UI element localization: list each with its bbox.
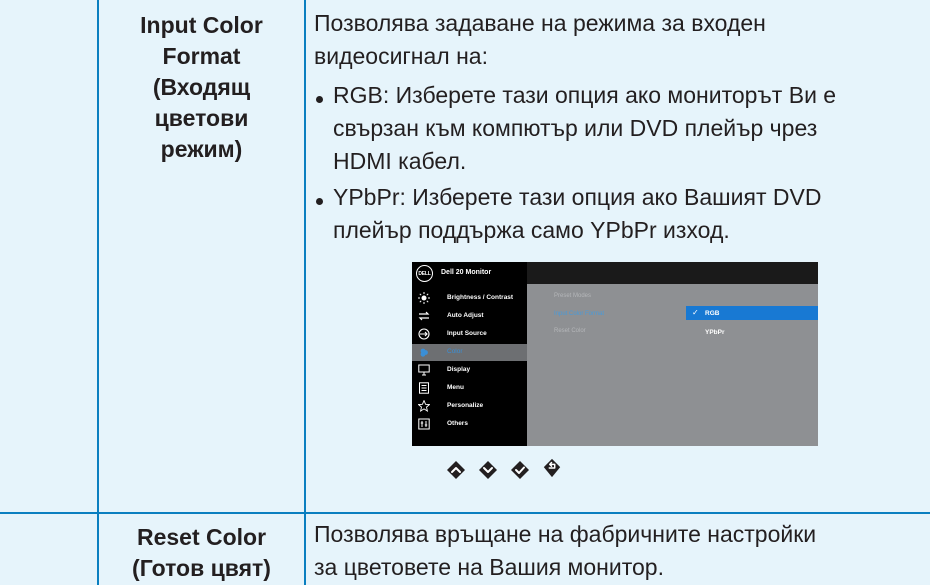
star-icon [418,400,430,412]
osd-menu-label: Display [447,366,471,373]
osd-menu-label: Personalize [447,402,484,409]
label-line: цветови [154,105,249,131]
osd-option-ypbpr[interactable]: YPbPr [686,325,818,339]
osd-menu-item-auto-adjust[interactable]: Auto Adjust [412,308,527,325]
label-line: (Готов цвят) [132,555,271,581]
color-icon [420,348,428,357]
empty-cell [0,0,97,512]
osd-menu-label: Color [447,348,463,355]
label-line: Reset Color [136,524,267,550]
osd-menu-screenshot: DELL Dell 20 Monitor Brightness / Contra… [412,262,818,446]
menu-icon [419,382,429,394]
column-divider [304,0,306,585]
bullet-line: YPbPr: Изберете тази опция ако Вашият DV… [333,184,822,210]
bullet-line: свързан към компютър или DVD плейър чрез [333,115,818,141]
osd-submenu-input-color-format[interactable]: Input Color Format [554,311,604,317]
bullet-line: плейър поддържа само YPbPr изход. [333,217,730,243]
osd-option-label: YPbPr [705,329,725,336]
bullet-icon [316,198,323,205]
osd-menu-label: Brightness / Contrast [447,294,514,301]
osd-menu-label: Input Source [447,330,487,337]
brightness-icon [418,292,430,304]
osd-menu-label: Others [447,420,468,427]
desc-line: Позволява връщане на фабричните настройк… [314,521,817,547]
input-color-format-description: Позволява задаване на режима за входен в… [314,7,914,73]
osd-menu-item-personalize[interactable]: Personalize [412,398,527,415]
osd-sidebar: DELL Dell 20 Monitor Brightness / Contra… [412,262,527,446]
check-icon[interactable] [510,460,530,480]
empty-cell [0,514,97,585]
osd-submenu-preset-modes[interactable]: Preset Modes [554,293,591,299]
osd-menu-item-menu[interactable]: Menu [412,380,527,397]
bullet-line: HDMI кабел. [333,148,467,174]
osd-option-label: RGB [705,310,720,317]
osd-header-bar [527,262,818,284]
row-divider [0,512,930,514]
label-line: Input Color [140,12,263,38]
label-line: режим) [160,136,243,162]
ypbpr-bullet-text: YPbPr: Изберете тази опция ако Вашият DV… [333,181,913,247]
desc-line: Позволява задаване на режима за входен [314,10,766,36]
display-icon [418,364,430,376]
osd-menu-label: Auto Adjust [447,312,484,319]
reset-color-description: Позволява връщане на фабричните настройк… [314,518,914,584]
label-line: (Входящ [152,74,251,100]
osd-option-rgb[interactable]: ✓ RGB [686,306,818,320]
settings-table: Input Color Format (Входящ цветови режим… [0,0,930,585]
bullet-line: RGB: Изберете тази опция ако мониторът В… [333,82,837,108]
osd-menu-label: Menu [447,384,464,391]
reset-color-label: Reset Color (Готов цвят) [99,522,304,584]
desc-line: за цветовете на Вашия монитор. [314,554,664,580]
osd-title: Dell 20 Monitor [441,269,492,276]
osd-submenu-reset-color[interactable]: Reset Color [554,328,586,334]
input-color-format-label: Input Color Format (Входящ цветови режим… [99,10,304,165]
osd-menu-item-display[interactable]: Display [412,362,527,379]
desc-line: видеосигнал на: [314,43,488,69]
check-icon: ✓ [692,308,699,317]
label-line: Format [162,43,241,69]
others-icon [418,418,430,430]
osd-menu-item-input-source[interactable]: Input Source [412,326,527,343]
input-source-icon [418,328,430,340]
bullet-icon [316,96,323,103]
rgb-bullet-text: RGB: Изберете тази опция ако мониторът В… [333,79,913,178]
auto-adjust-icon [418,311,430,321]
osd-menu-item-others[interactable]: Others [412,416,527,433]
osd-menu-item-color[interactable]: Color [412,344,527,361]
dell-logo: DELL [416,265,433,282]
back-icon[interactable] [542,458,562,478]
down-icon[interactable] [478,460,498,480]
osd-menu-item-brightness[interactable]: Brightness / Contrast [412,290,527,307]
up-icon[interactable] [446,460,466,480]
